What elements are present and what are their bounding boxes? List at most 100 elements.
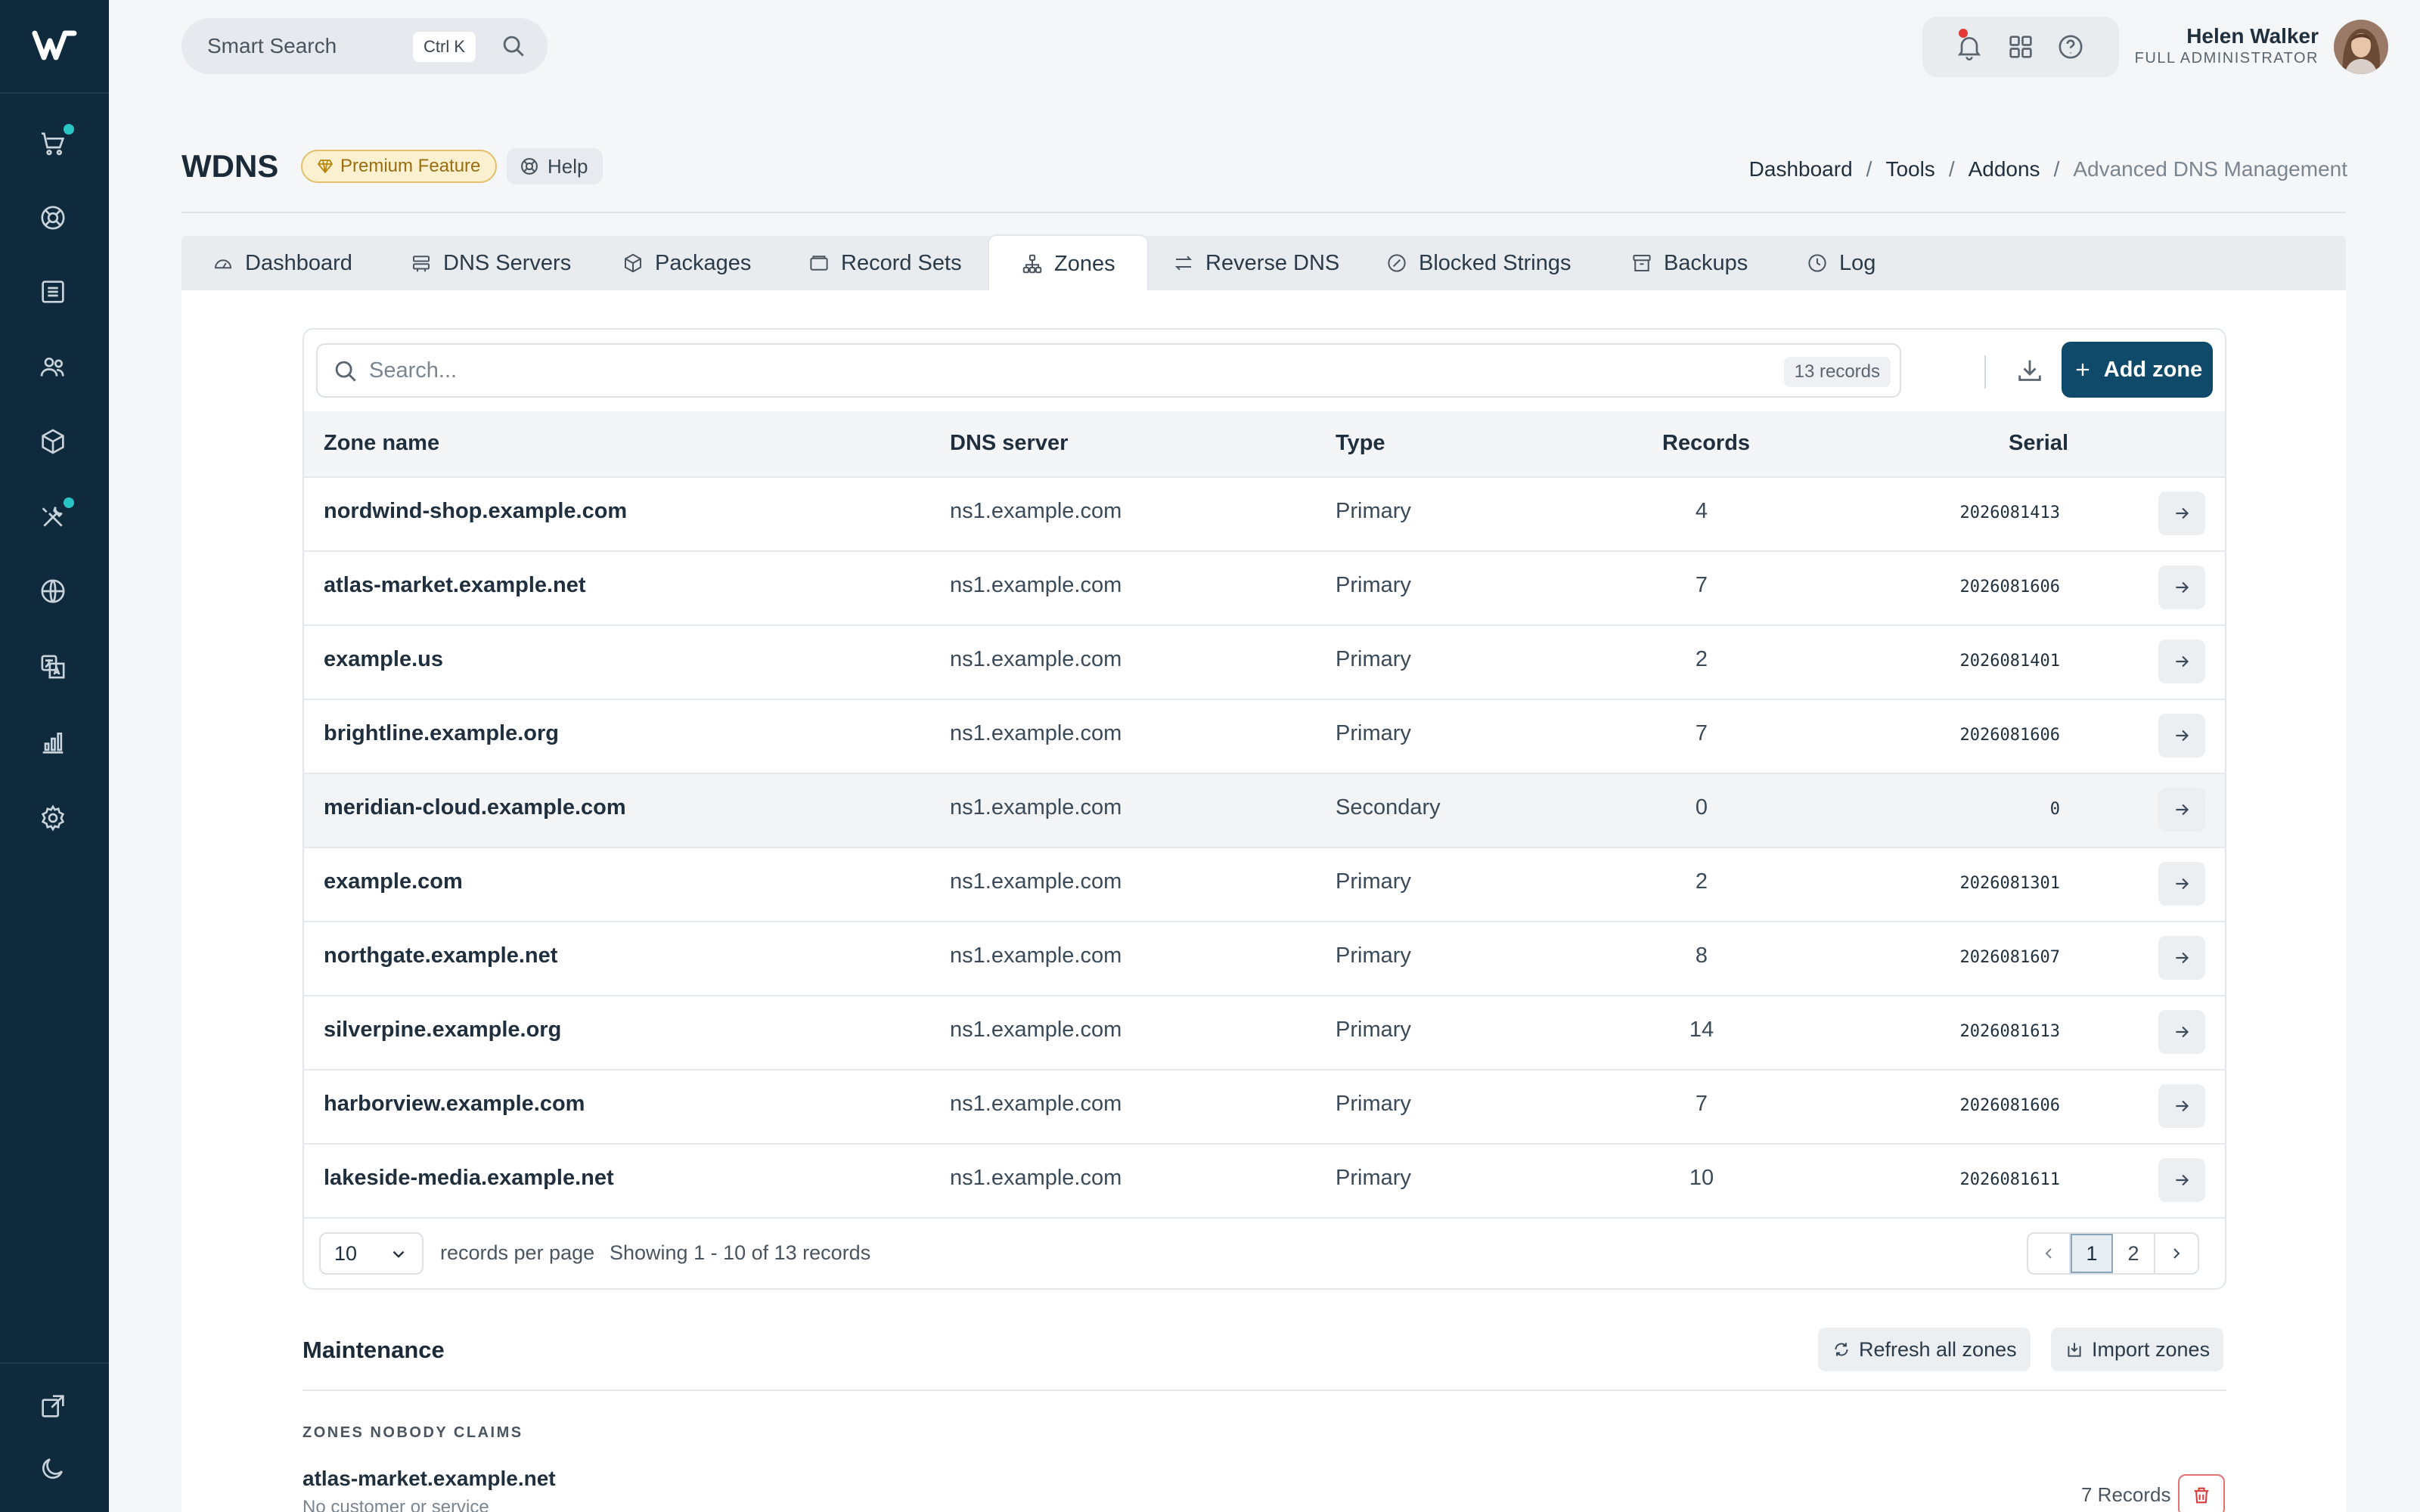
search-input[interactable] — [369, 358, 1655, 383]
topbar: Smart Search Ctrl K Helen Walker FULL AD… — [109, 0, 2420, 91]
delete-zone-button[interactable] — [2178, 1474, 2225, 1512]
table-row[interactable]: nordwind-shop.example.com ns1.example.com… — [304, 476, 2225, 550]
column-type[interactable]: Type — [1336, 431, 1385, 456]
help-circle-icon[interactable] — [2055, 32, 2086, 62]
zone-name[interactable]: example.com — [324, 869, 463, 894]
per-page-select[interactable]: 10 — [319, 1232, 424, 1275]
zone-name[interactable]: nordwind-shop.example.com — [324, 499, 627, 524]
zone-type: Primary — [1336, 1018, 1411, 1042]
open-zone-button[interactable] — [2158, 1084, 2205, 1128]
open-zone-button[interactable] — [2158, 714, 2205, 758]
table-row[interactable]: silverpine.example.org ns1.example.com Pri… — [304, 995, 2225, 1069]
zone-name[interactable]: silverpine.example.org — [324, 1018, 561, 1043]
avatar[interactable] — [2334, 20, 2388, 74]
apps-grid-icon[interactable] — [2006, 32, 2036, 62]
table-row[interactable]: atlas-market.example.net ns1.example.com P… — [304, 550, 2225, 624]
table-row[interactable]: northgate.example.net ns1.example.com Prim… — [304, 921, 2225, 995]
dns-server: ns1.example.com — [950, 1166, 1122, 1190]
tab-record-sets[interactable]: Record Sets — [808, 236, 962, 290]
column-dns-server[interactable]: DNS server — [950, 431, 1068, 456]
per-page-value: 10 — [334, 1242, 358, 1265]
open-zone-button[interactable] — [2158, 565, 2205, 609]
table-row[interactable]: example.com ns1.example.com Primary 2 202608… — [304, 847, 2225, 921]
premium-label: Premium Feature — [340, 156, 481, 176]
cart-icon[interactable] — [35, 124, 74, 162]
zone-name[interactable]: atlas-market.example.net — [324, 573, 586, 598]
record-count: 8 — [1695, 943, 1708, 968]
smart-search[interactable]: Smart Search Ctrl K — [182, 18, 548, 74]
tools-icon[interactable] — [35, 497, 74, 535]
zone-name[interactable]: lakeside-media.example.net — [324, 1166, 614, 1191]
search-field[interactable]: 13 records — [316, 343, 1901, 398]
zone-serial: 2026081401 — [1959, 652, 2060, 671]
next-page-button[interactable] — [2155, 1234, 2198, 1273]
dns-server: ns1.example.com — [950, 1018, 1122, 1042]
record-count: 2 — [1695, 869, 1708, 894]
dark-mode-icon[interactable] — [35, 1450, 71, 1486]
help-label: Help — [548, 154, 588, 178]
bell-icon[interactable] — [1954, 32, 1984, 62]
open-zone-button[interactable] — [2158, 640, 2205, 683]
tab-log[interactable]: Log — [1806, 236, 1876, 290]
add-zone-button[interactable]: Add zone — [2062, 342, 2213, 398]
open-zone-button[interactable] — [2158, 1158, 2205, 1202]
prev-page-button[interactable] — [2028, 1234, 2071, 1273]
reports-icon[interactable] — [35, 724, 71, 761]
tab-blocked-strings[interactable]: Blocked Strings — [1385, 236, 1571, 290]
tab-zones[interactable]: Zones — [988, 234, 1149, 292]
zone-name[interactable]: meridian-cloud.example.com — [324, 795, 626, 820]
search-icon — [335, 361, 356, 382]
settings-icon[interactable] — [35, 800, 71, 836]
table-row[interactable]: meridian-cloud.example.com ns1.example.co… — [304, 773, 2225, 847]
globe-icon[interactable] — [35, 573, 71, 609]
arrow-right-icon — [2176, 878, 2189, 890]
column-zone-name[interactable]: Zone name — [324, 431, 439, 456]
tab-dns-servers[interactable]: DNS Servers — [410, 236, 571, 290]
tab-packages[interactable]: Packages — [622, 236, 751, 290]
open-zone-button[interactable] — [2158, 491, 2205, 535]
cube-icon[interactable] — [35, 423, 71, 460]
record-count: 2 — [1695, 647, 1708, 671]
open-zone-button[interactable] — [2158, 936, 2205, 980]
users-icon[interactable] — [35, 349, 71, 386]
zone-name[interactable]: brightline.example.org — [324, 721, 559, 746]
open-zone-button[interactable] — [2158, 788, 2205, 832]
package-icon — [625, 253, 641, 273]
help-button[interactable]: Help — [507, 148, 603, 184]
logo[interactable] — [32, 27, 77, 64]
arrow-right-icon — [2176, 581, 2189, 593]
open-zone-button[interactable] — [2158, 1010, 2205, 1054]
open-zone-button[interactable] — [2158, 862, 2205, 906]
arrow-right-icon — [2176, 1100, 2189, 1112]
download-icon[interactable] — [2015, 355, 2045, 386]
zone-type: Primary — [1336, 1092, 1411, 1116]
translate-icon[interactable] — [35, 649, 71, 685]
showing-text: Showing 1 - 10 of 13 records — [610, 1241, 871, 1264]
breadcrumb-addons[interactable]: Addons — [1969, 157, 2040, 181]
table-row[interactable]: example.us ns1.example.com Primary 2 2026081… — [304, 624, 2225, 699]
column-serial[interactable]: Serial — [2009, 431, 2068, 456]
page-2-button[interactable]: 2 — [2113, 1234, 2155, 1273]
breadcrumb-tools[interactable]: Tools — [1885, 157, 1934, 181]
refresh-zones-button[interactable]: Refresh all zones — [1818, 1328, 2031, 1371]
table-row[interactable]: lakeside-media.example.net ns1.example.co… — [304, 1143, 2225, 1217]
user-role: FULL ADMINISTRATOR — [2134, 50, 2319, 67]
zone-serial: 2026081413 — [1959, 503, 2060, 522]
import-zones-button[interactable]: Import zones — [2051, 1328, 2224, 1371]
column-records[interactable]: Records — [1662, 431, 1750, 456]
external-link-icon[interactable] — [35, 1388, 71, 1424]
zone-name[interactable]: northgate.example.net — [324, 943, 557, 968]
tab-dashboard[interactable]: Dashboard — [212, 236, 352, 290]
page-1-button[interactable]: 1 — [2071, 1234, 2113, 1273]
billing-icon[interactable] — [35, 274, 71, 310]
tab-reverse-dns[interactable]: Reverse DNS — [1172, 236, 1339, 290]
zone-name[interactable]: example.us — [324, 647, 443, 672]
table-row[interactable]: brightline.example.org ns1.example.com Pri… — [304, 699, 2225, 773]
breadcrumb-dashboard[interactable]: Dashboard — [1749, 157, 1853, 181]
user-name[interactable]: Helen Walker — [2186, 24, 2319, 48]
zone-serial: 2026081606 — [1959, 578, 2060, 596]
table-row[interactable]: harborview.example.com ns1.example.com Pri… — [304, 1069, 2225, 1143]
zone-name[interactable]: harborview.example.com — [324, 1092, 585, 1117]
support-icon[interactable] — [35, 200, 71, 236]
tab-backups[interactable]: Backups — [1630, 236, 1748, 290]
